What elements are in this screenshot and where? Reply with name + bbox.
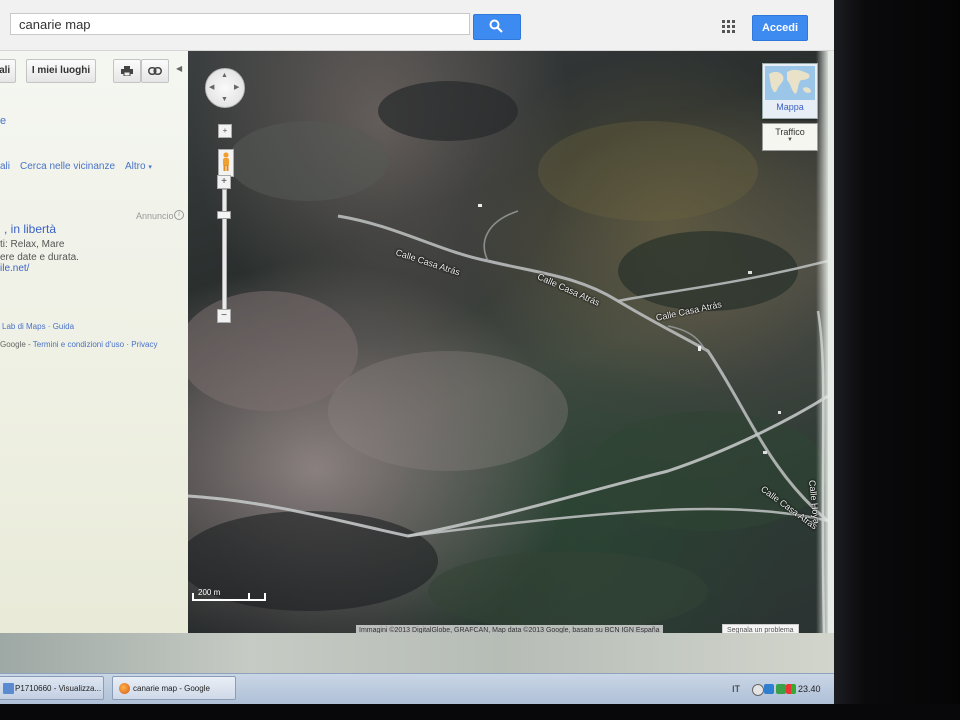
monitor-screen: Accedi tali I miei luoghi ◀ e ali Cerca … bbox=[0, 0, 834, 704]
ad-text-line: ere date e durata. bbox=[0, 252, 79, 263]
map-type-button[interactable]: Mappa bbox=[762, 63, 818, 119]
info-icon[interactable]: i bbox=[174, 210, 184, 220]
map-attribution: Immagini ©2013 DigitalGlobe, GRAFCAN, Ma… bbox=[356, 625, 663, 633]
system-tray: IT 23.40 bbox=[728, 682, 828, 698]
scale-label: 200 m bbox=[198, 588, 221, 597]
monitor-bezel-bottom bbox=[0, 704, 960, 720]
search-input[interactable] bbox=[10, 13, 470, 35]
monitor-bezel-right bbox=[834, 0, 960, 720]
road-network bbox=[188, 81, 828, 633]
ad-text-line: ti: Relax, Mare bbox=[0, 239, 65, 250]
chevron-down-icon: ▼ bbox=[787, 137, 793, 143]
print-button[interactable] bbox=[113, 59, 141, 83]
world-map-icon bbox=[769, 69, 811, 94]
search-nearby-link[interactable]: Cerca nelle vicinanze bbox=[20, 161, 115, 172]
chain-link-icon bbox=[148, 67, 162, 75]
chevron-down-icon: ▾ bbox=[148, 164, 152, 171]
ad-url-link[interactable]: ile.net/ bbox=[0, 263, 29, 274]
zoom-reset-icon[interactable]: + bbox=[218, 124, 232, 138]
footer-links[interactable]: Lab di Maps · Guida bbox=[2, 322, 74, 331]
taskbar-item-firefox[interactable]: canarie map - Google bbox=[112, 676, 236, 700]
map-type-label: Mappa bbox=[776, 102, 804, 112]
image-viewer-icon bbox=[3, 683, 14, 694]
taskbar: P1710660 - Visualizza... canarie map - G… bbox=[0, 673, 834, 704]
my-places-button[interactable]: I miei luoghi bbox=[26, 59, 96, 83]
desktop-background bbox=[0, 633, 834, 673]
taskbar-item-image-viewer[interactable]: P1710660 - Visualizza... bbox=[0, 676, 104, 700]
map-scroll-edge bbox=[816, 51, 828, 633]
more-link[interactable]: Altro ▾ bbox=[125, 161, 152, 172]
pan-control[interactable]: ▲ ◀ ▶ ▼ bbox=[205, 68, 245, 108]
zoom-slider-track[interactable] bbox=[222, 189, 227, 311]
flag-icon[interactable] bbox=[786, 684, 796, 694]
collapse-panel-icon[interactable]: ◀ bbox=[176, 64, 182, 73]
traffic-button[interactable]: Traffico ▼ bbox=[762, 123, 818, 151]
more-link-label: Altro bbox=[125, 161, 146, 172]
details-button[interactable]: tali bbox=[0, 59, 16, 83]
panel-fragment-link[interactable]: e bbox=[0, 115, 6, 127]
street-view-pegman[interactable] bbox=[218, 149, 234, 177]
search-button[interactable] bbox=[473, 14, 521, 40]
clock[interactable]: 23.40 bbox=[798, 684, 821, 694]
terms-link[interactable]: Termini e condizioni d'uso · Privacy bbox=[33, 340, 158, 349]
world-map-thumbnail bbox=[765, 66, 815, 100]
scale-bar: 200 m bbox=[192, 588, 266, 603]
top-bar: Accedi bbox=[0, 0, 834, 51]
volume-icon[interactable] bbox=[776, 684, 786, 694]
pan-left-icon[interactable]: ◀ bbox=[209, 83, 214, 91]
apps-grid-icon[interactable] bbox=[722, 20, 736, 34]
pan-up-icon[interactable]: ▲ bbox=[221, 72, 228, 79]
footer-legal: Google - Termini e condizioni d'uso · Pr… bbox=[0, 340, 158, 349]
pan-down-icon[interactable]: ▼ bbox=[221, 96, 228, 103]
zoom-in-button[interactable]: + bbox=[217, 175, 231, 189]
scale-tick bbox=[264, 593, 266, 601]
printer-icon bbox=[121, 66, 133, 77]
report-problem-link[interactable]: Segnala un problema bbox=[722, 624, 799, 633]
search-icon bbox=[489, 19, 503, 33]
zoom-out-button[interactable]: − bbox=[217, 309, 231, 323]
scale-tick bbox=[248, 593, 250, 601]
satellite-map[interactable]: Calle Casa Atrás Calle Casa Atrás Calle … bbox=[188, 51, 828, 633]
scale-tick bbox=[192, 593, 194, 601]
firefox-icon bbox=[119, 683, 130, 694]
taskbar-item-label: canarie map - Google bbox=[133, 684, 210, 693]
taskbar-item-label: P1710660 - Visualizza... bbox=[15, 684, 102, 693]
link-button[interactable] bbox=[141, 59, 169, 83]
login-button[interactable]: Accedi bbox=[752, 15, 808, 41]
antivirus-icon[interactable] bbox=[764, 684, 774, 694]
language-indicator[interactable]: IT bbox=[732, 684, 740, 694]
pan-right-icon[interactable]: ▶ bbox=[234, 83, 239, 91]
zoom-slider-handle[interactable] bbox=[217, 211, 231, 219]
network-icon[interactable] bbox=[752, 684, 764, 696]
footer-brand: Google bbox=[0, 340, 26, 349]
ad-label: Annuncio bbox=[136, 211, 174, 221]
scale-bar-line bbox=[192, 599, 266, 601]
ad-title-link[interactable]: , in libertà bbox=[4, 222, 56, 236]
left-panel: tali I miei luoghi ◀ e ali Cerca nelle v… bbox=[0, 51, 188, 633]
traffic-label: Traffico bbox=[775, 127, 805, 137]
panel-link-fragment[interactable]: ali bbox=[0, 161, 10, 172]
pegman-icon bbox=[223, 152, 229, 171]
